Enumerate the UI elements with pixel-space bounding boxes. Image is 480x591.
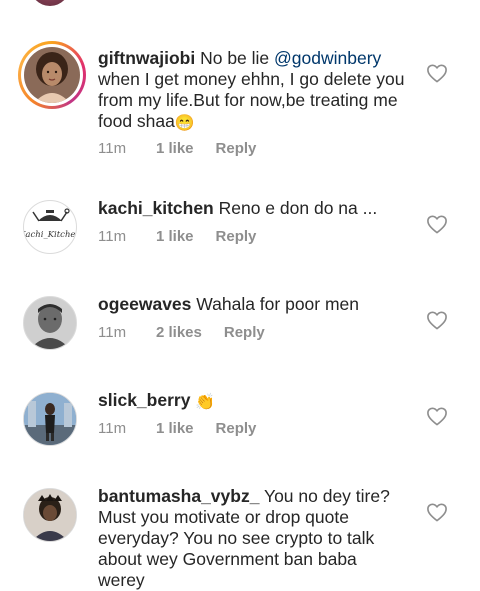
comment-time: 11m — [98, 324, 127, 341]
comment-time: 11m — [98, 140, 127, 157]
comment-meta: 11m 2 likes Reply — [98, 324, 265, 341]
mention-link[interactable]: @godwinbery — [274, 48, 381, 68]
comment-body: Reno e don do na ... — [213, 198, 378, 218]
reply-button[interactable]: Reply — [224, 324, 265, 341]
comment-meta: 11m 1 like Reply — [98, 420, 256, 437]
comment-username[interactable]: ogeewaves — [98, 294, 191, 314]
likes-count[interactable]: 1 like — [156, 420, 194, 437]
like-heart-icon[interactable] — [426, 310, 448, 330]
comment-text: bantumasha_vybz_ You no dey tire? Must y… — [98, 486, 398, 591]
avatar[interactable] — [20, 485, 80, 545]
avatar[interactable] — [18, 41, 86, 109]
avatar[interactable] — [20, 293, 80, 353]
profile-photo — [23, 488, 77, 542]
avatar[interactable] — [20, 389, 80, 449]
comment-text: ogeewaves Wahala for poor men — [98, 294, 413, 315]
clapping-hands-emoji: 👏 — [195, 394, 216, 411]
reply-button[interactable]: Reply — [216, 140, 257, 157]
comment-time: 11m — [98, 420, 127, 437]
like-heart-icon[interactable] — [426, 502, 448, 522]
avatar[interactable]: Kachi_Kitchen — [20, 197, 80, 257]
comment-meta: 11m 1 like Reply — [98, 140, 256, 157]
like-heart-icon[interactable] — [426, 214, 448, 234]
comment-meta: 11m 1 like Reply — [98, 228, 256, 245]
likes-count[interactable]: 1 like — [156, 140, 194, 157]
profile-photo — [24, 47, 80, 103]
likes-count[interactable]: 1 like — [156, 228, 194, 245]
comment-username[interactable]: slick_berry — [98, 390, 190, 410]
profile-photo — [23, 296, 77, 350]
likes-count[interactable]: 2 likes — [156, 324, 202, 341]
comment-text: giftnwajiobi No be lie @godwinbery when … — [98, 48, 413, 134]
reply-button[interactable]: Reply — [216, 420, 257, 437]
comment-body: Wahala for poor men — [191, 294, 360, 314]
comment-time: 11m — [98, 228, 127, 245]
like-heart-icon[interactable] — [426, 63, 448, 83]
reply-button[interactable]: Reply — [216, 228, 257, 245]
comment-username[interactable]: bantumasha_vybz_ — [98, 486, 259, 506]
like-heart-icon[interactable] — [426, 406, 448, 426]
previous-comment-avatar[interactable] — [30, 0, 70, 6]
profile-photo: Kachi_Kitchen — [23, 200, 77, 254]
comment-text: kachi_kitchen Reno e don do na ... — [98, 198, 413, 219]
comment-text: slick_berry 👏 — [98, 390, 413, 413]
comment-username[interactable]: kachi_kitchen — [98, 198, 214, 218]
profile-photo — [23, 392, 77, 446]
comment-username[interactable]: giftnwajiobi — [98, 48, 195, 68]
grin-emoji: 😁 — [174, 115, 195, 132]
avatar-logo-text: Kachi_Kitchen — [24, 230, 76, 240]
comment-body: No be lie — [195, 48, 275, 68]
comment-body-continued: when I get money ehhn, I go delete you f… — [98, 69, 405, 131]
